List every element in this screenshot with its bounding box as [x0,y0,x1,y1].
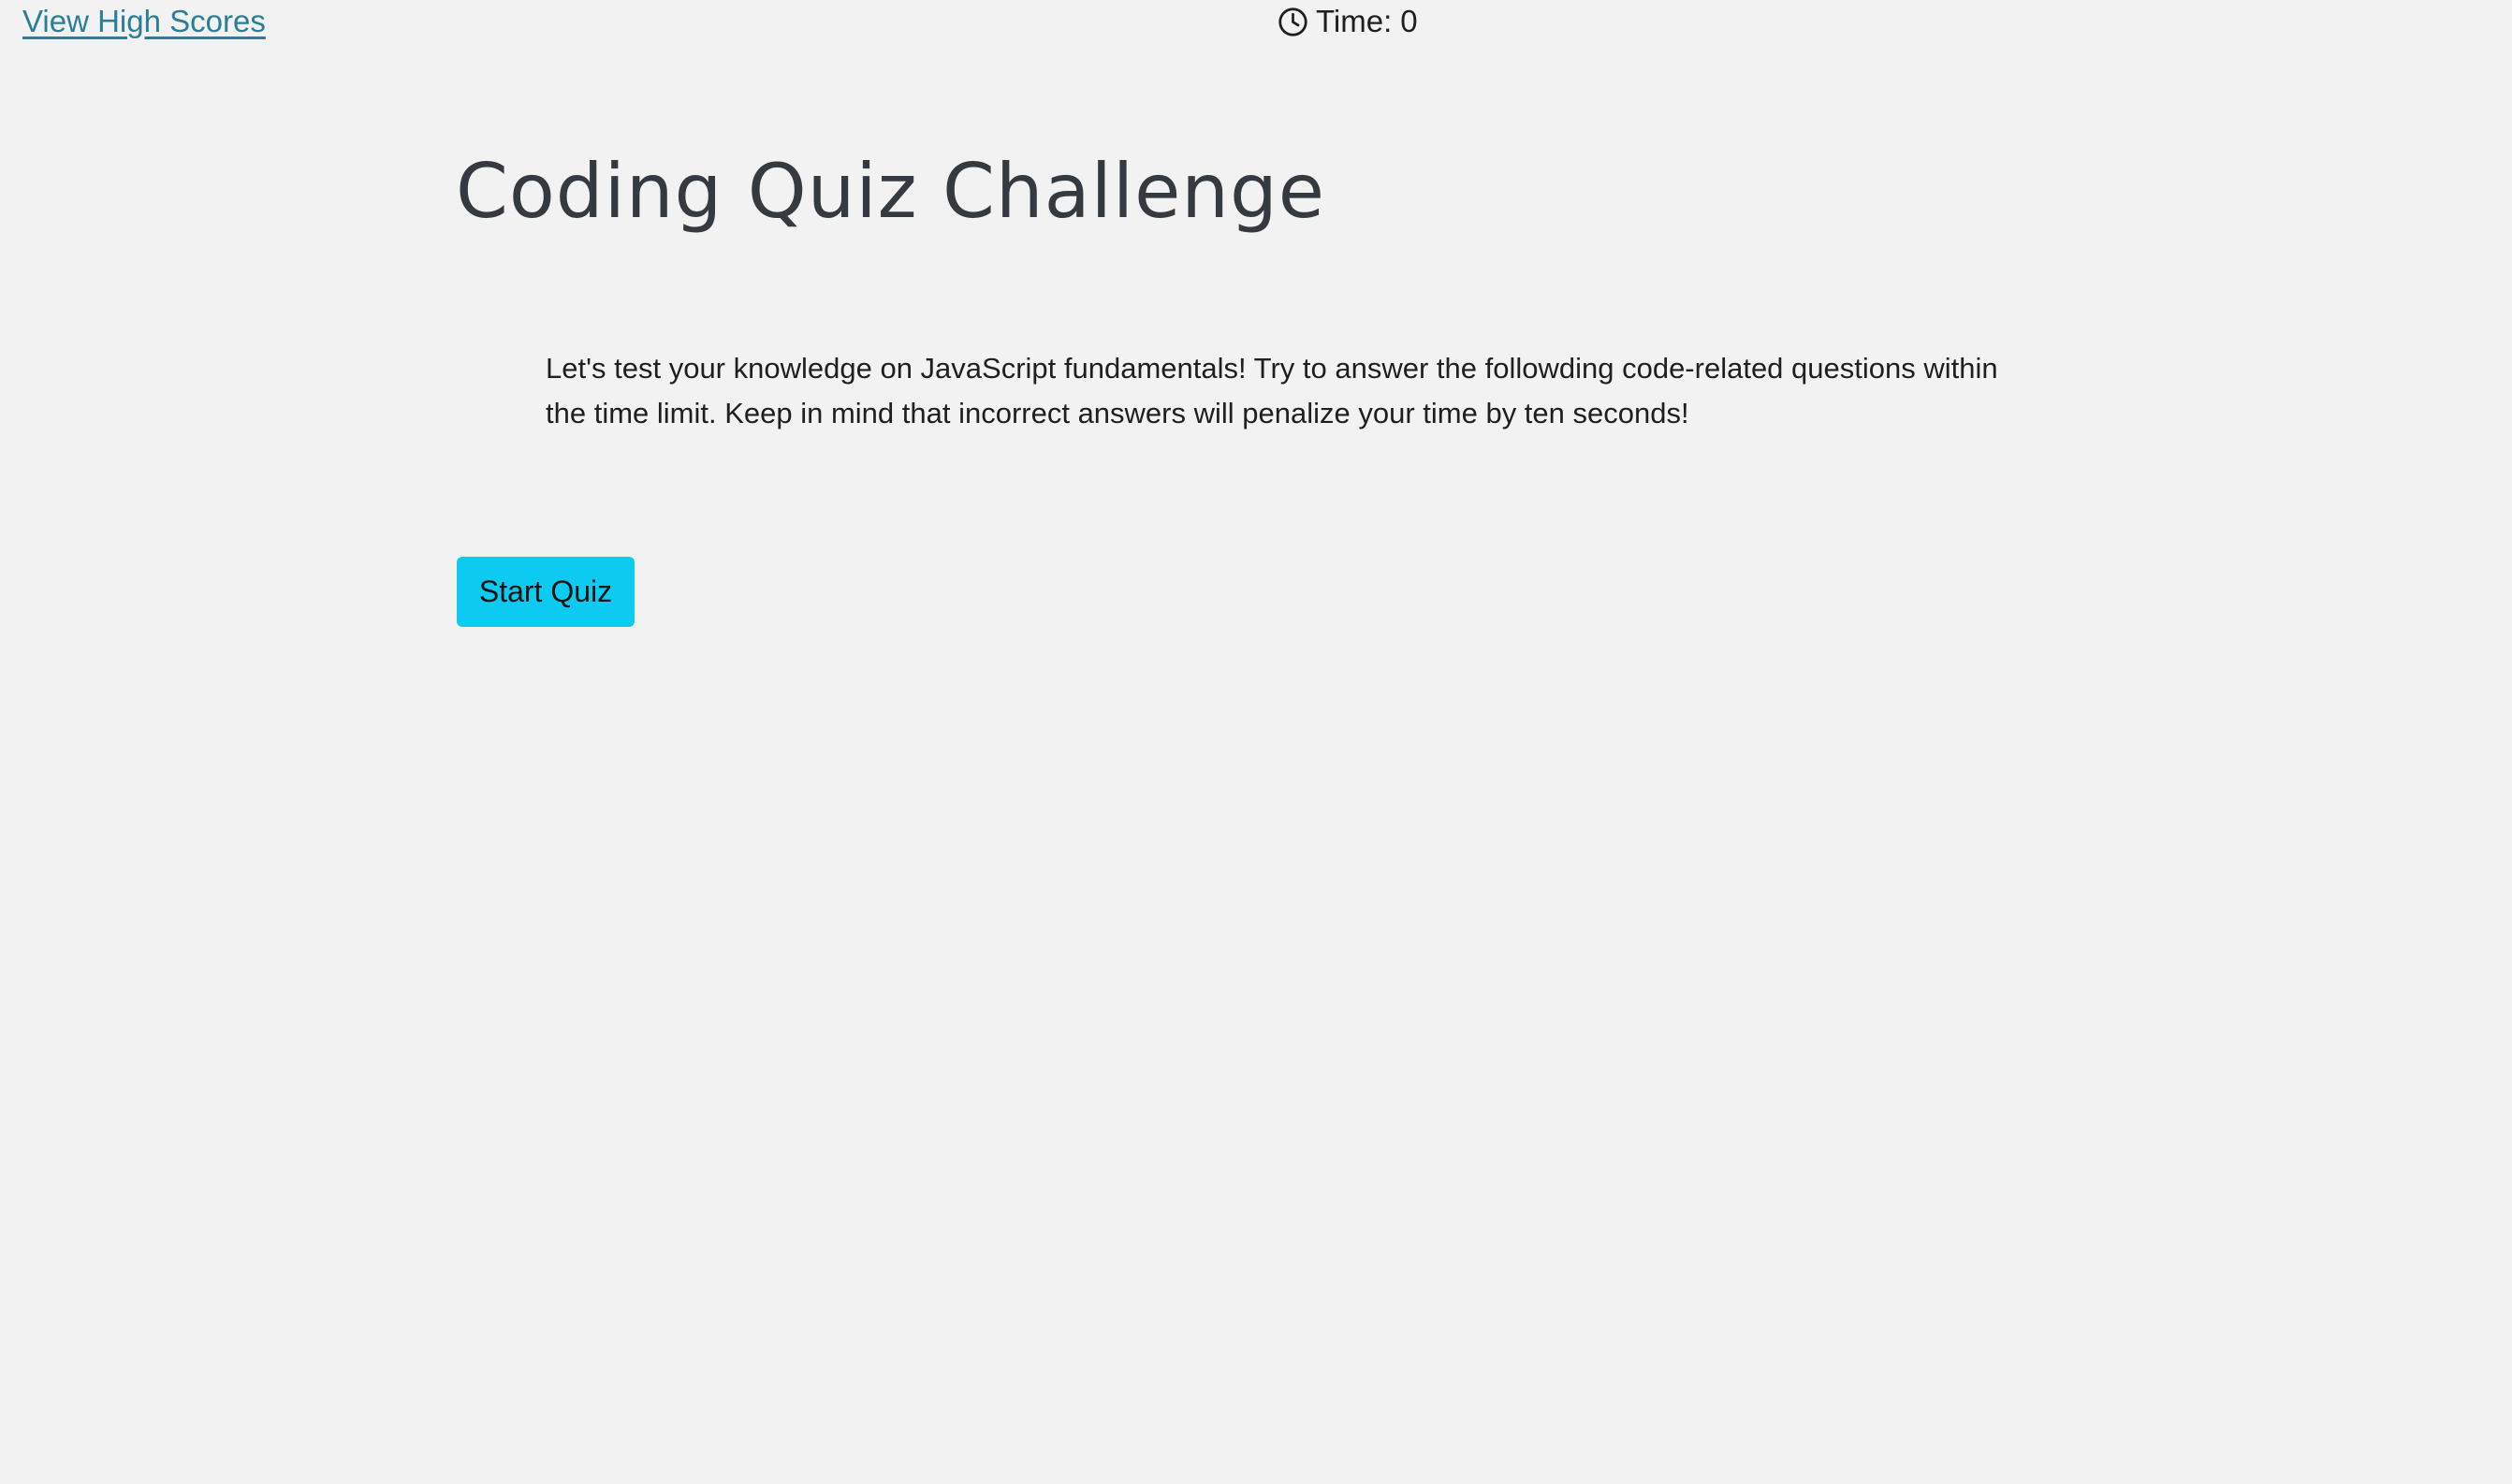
timer: Time: 0 [1278,4,1418,39]
view-high-scores-link[interactable]: View High Scores [22,4,266,39]
quiz-description: Let's test your knowledge on JavaScript … [546,352,1998,429]
timer-value: 0 [1400,4,1418,38]
clock-icon [1278,7,1308,37]
page-title: Coding Quiz Challenge [456,148,1326,235]
start-quiz-button[interactable]: Start Quiz [457,557,635,627]
top-bar: View High Scores Time: 0 [0,0,2512,47]
timer-label: Time: [1316,4,1393,38]
